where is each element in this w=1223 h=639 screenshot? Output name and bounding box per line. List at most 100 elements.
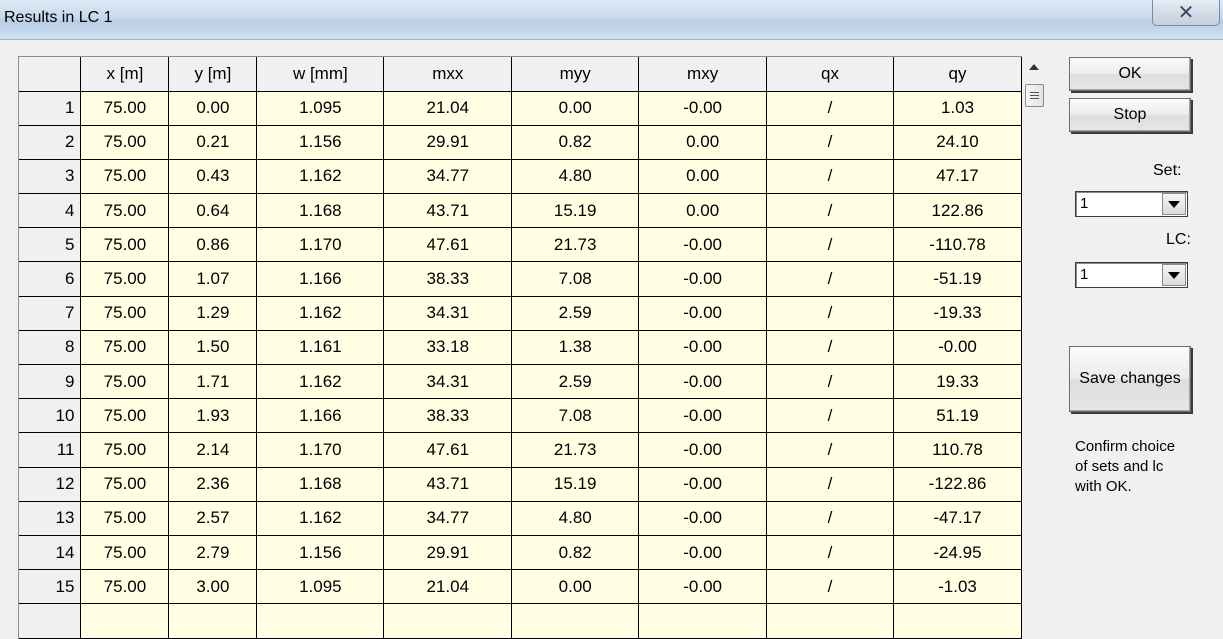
column-header[interactable]: myy [511,57,640,92]
table-cell[interactable]: -0.00 [893,330,1022,366]
table-cell[interactable]: 75.00 [80,125,170,160]
table-cell[interactable]: 75.00 [80,330,170,366]
table-cell[interactable]: -51.19 [893,261,1022,297]
row-number[interactable]: 12 [19,467,82,502]
table-cell[interactable]: 1.50 [168,330,258,366]
table-cell[interactable]: 110.78 [893,432,1022,468]
table-cell[interactable]: / [766,467,894,502]
table-cell[interactable]: 1.03 [893,91,1022,126]
row-number[interactable]: 2 [19,125,82,160]
table-cell[interactable]: 21.73 [511,227,640,263]
row-number[interactable]: 13 [19,501,82,536]
row-number[interactable]: 1 [19,91,82,126]
column-header[interactable]: mxx [383,57,513,92]
table-cell[interactable]: 0.00 [638,193,768,229]
table-cell[interactable] [511,603,640,639]
table-cell[interactable]: -0.00 [638,227,768,263]
table-cell[interactable]: 2.59 [511,296,640,331]
table-cell[interactable] [80,603,170,639]
table-cell[interactable]: 2.59 [511,364,640,400]
table-cell[interactable]: -0.00 [638,501,768,536]
table-cell[interactable]: 0.00 [638,125,768,160]
table-cell[interactable]: 4.80 [511,159,640,195]
table-cell[interactable]: / [766,227,894,263]
scroll-thumb[interactable] [1025,84,1044,107]
table-cell[interactable]: 0.64 [168,193,258,229]
column-header[interactable]: y [m] [168,57,258,92]
table-cell[interactable]: 34.31 [383,364,513,400]
table-cell[interactable]: 1.38 [511,330,640,366]
scroll-up-arrow-icon[interactable] [1029,64,1039,70]
table-cell[interactable]: 1.170 [256,227,385,263]
table-cell[interactable]: 1.168 [256,193,385,229]
table-cell[interactable]: 0.00 [511,569,640,605]
row-number[interactable] [19,603,82,639]
table-cell[interactable]: 75.00 [80,398,170,434]
table-cell[interactable]: 0.00 [511,91,640,126]
table-cell[interactable] [766,603,894,639]
row-number[interactable]: 6 [19,261,82,297]
table-cell[interactable]: 75.00 [80,159,170,195]
table-cell[interactable]: / [766,398,894,434]
table-cell[interactable]: 4.80 [511,501,640,536]
table-cell[interactable]: -122.86 [893,467,1022,502]
table-cell[interactable]: 1.162 [256,501,385,536]
table-cell[interactable]: / [766,364,894,400]
table-cell[interactable]: 1.156 [256,125,385,160]
table-cell[interactable]: 47.61 [383,227,513,263]
table-cell[interactable] [168,603,258,639]
row-number[interactable]: 5 [19,227,82,263]
table-cell[interactable]: / [766,193,894,229]
set-dropdown-arrow-icon[interactable] [1162,193,1186,215]
table-cell[interactable]: 122.86 [893,193,1022,229]
table-cell[interactable]: 7.08 [511,261,640,297]
lc-select[interactable]: 1 [1075,262,1188,288]
table-cell[interactable]: 75.00 [80,432,170,468]
table-cell[interactable]: / [766,569,894,605]
table-cell[interactable]: -0.00 [638,330,768,366]
table-cell[interactable]: -0.00 [638,364,768,400]
table-cell[interactable]: 43.71 [383,193,513,229]
vertical-scrollbar[interactable] [1023,56,1047,639]
table-cell[interactable]: 21.73 [511,432,640,468]
table-cell[interactable]: 43.71 [383,467,513,502]
table-cell[interactable]: 0.82 [511,125,640,160]
table-cell[interactable]: -19.33 [893,296,1022,331]
table-cell[interactable]: 75.00 [80,227,170,263]
table-cell[interactable]: 51.19 [893,398,1022,434]
column-header[interactable]: x [m] [80,57,170,92]
table-cell[interactable]: 0.86 [168,227,258,263]
table-cell[interactable]: 21.04 [383,569,513,605]
table-cell[interactable]: 3.00 [168,569,258,605]
table-cell[interactable]: 29.91 [383,535,513,571]
table-cell[interactable]: 1.156 [256,535,385,571]
table-cell[interactable]: -1.03 [893,569,1022,605]
table-cell[interactable]: 2.79 [168,535,258,571]
table-cell[interactable]: 2.36 [168,467,258,502]
row-number[interactable]: 3 [19,159,82,195]
table-cell[interactable]: -24.95 [893,535,1022,571]
row-number[interactable]: 14 [19,535,82,571]
table-cell[interactable]: / [766,296,894,331]
row-number[interactable]: 8 [19,330,82,366]
save-changes-button[interactable]: Save changes [1069,346,1191,412]
table-cell[interactable]: 34.77 [383,501,513,536]
column-header[interactable]: w [mm] [256,57,385,92]
table-cell[interactable]: 0.43 [168,159,258,195]
table-cell[interactable]: -0.00 [638,535,768,571]
table-cell[interactable]: 2.57 [168,501,258,536]
table-cell[interactable]: -0.00 [638,432,768,468]
table-cell[interactable]: -0.00 [638,296,768,331]
table-cell[interactable]: 1.161 [256,330,385,366]
table-cell[interactable]: 75.00 [80,364,170,400]
table-cell[interactable]: 34.77 [383,159,513,195]
table-cell[interactable]: 33.18 [383,330,513,366]
table-cell[interactable]: 75.00 [80,535,170,571]
table-cell[interactable] [383,603,513,639]
table-cell[interactable]: 38.33 [383,398,513,434]
table-cell[interactable]: -0.00 [638,569,768,605]
table-cell[interactable]: 47.17 [893,159,1022,195]
column-header[interactable]: mxy [638,57,768,92]
table-cell[interactable]: / [766,501,894,536]
table-cell[interactable]: 1.71 [168,364,258,400]
